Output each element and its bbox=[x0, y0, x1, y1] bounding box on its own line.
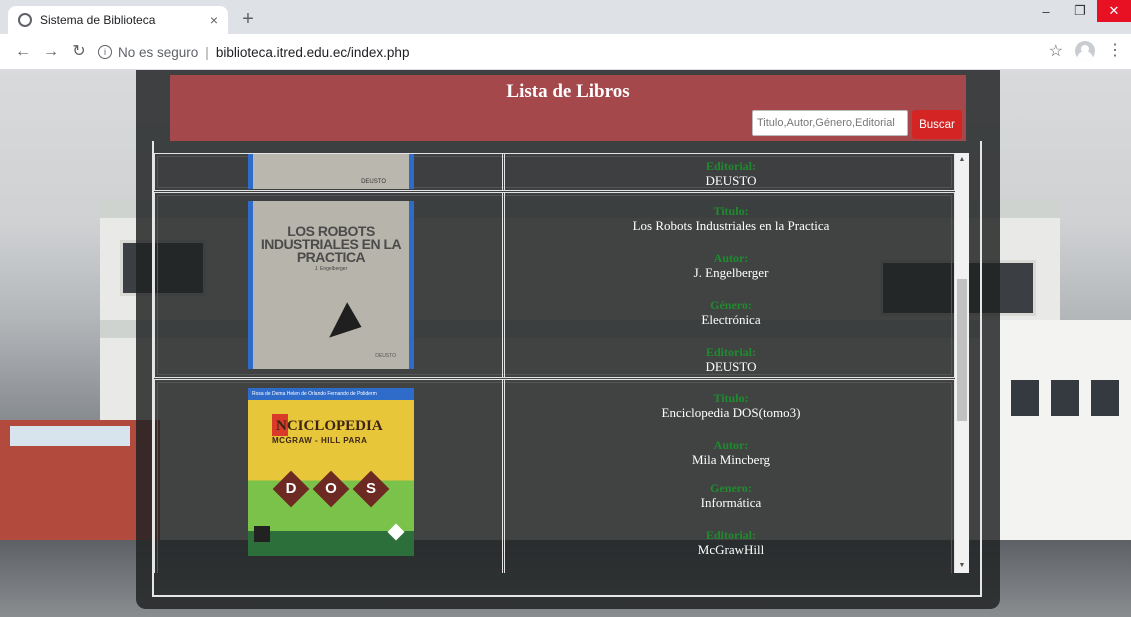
browser-tab[interactable]: Sistema de Biblioteca × bbox=[8, 6, 228, 34]
editorial-label: Editorial: bbox=[706, 159, 756, 173]
url-text: biblioteca.itred.edu.ec/index.php bbox=[215, 44, 410, 60]
library-panel: Lista de Libros Buscar DEUSTO Editorial:… bbox=[136, 70, 1000, 609]
scroll-down-arrow-icon[interactable]: ▼ bbox=[955, 559, 969, 573]
genre-value: Electrónica bbox=[701, 312, 761, 327]
search-button[interactable]: Buscar bbox=[912, 110, 962, 139]
tab-title: Sistema de Biblioteca bbox=[40, 13, 156, 27]
scroll-up-arrow-icon[interactable]: ▲ bbox=[955, 153, 969, 167]
scrollbar-thumb[interactable] bbox=[957, 279, 967, 421]
minimize-icon[interactable]: – bbox=[1029, 0, 1063, 22]
browser-toolbar: ← → ↻ i No es seguro | biblioteca.itred.… bbox=[0, 34, 1131, 70]
search-input[interactable] bbox=[752, 110, 908, 136]
title-value: Los Robots Industriales en la Practica bbox=[632, 218, 830, 233]
forward-icon[interactable]: → bbox=[40, 41, 62, 63]
address-bar[interactable]: i No es seguro | biblioteca.itred.edu.ec… bbox=[98, 40, 1038, 64]
globe-icon bbox=[18, 13, 32, 27]
bookmark-star-icon[interactable]: ☆ bbox=[1049, 41, 1063, 61]
cover-cell: DEUSTO bbox=[155, 154, 505, 190]
info-cell: Editorial: DEUSTO bbox=[508, 154, 954, 190]
author-value: Mila Mincberg bbox=[691, 452, 771, 467]
author-value: J. Engelberger bbox=[693, 265, 769, 280]
cover-cell: Rosa de Dema Helen de Orlando Fernando d… bbox=[155, 380, 505, 573]
genre-value: Informática bbox=[700, 495, 762, 510]
new-tab-button[interactable]: + bbox=[236, 8, 260, 32]
profile-avatar[interactable] bbox=[1075, 41, 1095, 61]
security-label: No es seguro bbox=[118, 44, 199, 60]
background-house bbox=[981, 320, 1131, 550]
book-cover-image: LOS ROBOTS INDUSTRIALES EN LA PRACTICA J… bbox=[248, 201, 414, 369]
info-cell: Titulo: Los Robots Industriales en la Pr… bbox=[508, 193, 954, 377]
info-icon[interactable]: i bbox=[98, 45, 112, 59]
list-scrollbar[interactable]: ▲ ▼ bbox=[955, 153, 969, 573]
book-cover-image: Rosa de Dema Helen de Orlando Fernando d… bbox=[248, 388, 414, 556]
title-value: Enciclopedia DOS(tomo3) bbox=[661, 405, 801, 420]
author-label: Autor: bbox=[713, 251, 749, 265]
table-row: DEUSTO Editorial: DEUSTO bbox=[154, 153, 955, 191]
close-tab-icon[interactable]: × bbox=[210, 12, 218, 28]
title-label: Titulo: bbox=[713, 391, 749, 405]
editorial-label: Editorial: bbox=[706, 345, 756, 359]
tab-strip: Sistema de Biblioteca × + – ❐ ✕ bbox=[0, 0, 1131, 34]
author-label: Autor: bbox=[713, 438, 749, 452]
table-row: LOS ROBOTS INDUSTRIALES EN LA PRACTICA J… bbox=[154, 192, 955, 378]
back-icon[interactable]: ← bbox=[12, 41, 34, 63]
close-window-icon[interactable]: ✕ bbox=[1097, 0, 1131, 22]
editorial-value: DEUSTO bbox=[705, 173, 757, 188]
page-title: Lista de Libros bbox=[506, 81, 630, 102]
editorial-value: DEUSTO bbox=[705, 359, 757, 374]
genre-label: Género: bbox=[710, 298, 752, 312]
book-cover-image: DEUSTO bbox=[248, 154, 414, 189]
editorial-label: Editorial: bbox=[706, 528, 756, 542]
genre-label: Genero: bbox=[710, 481, 752, 495]
book-list[interactable]: DEUSTO Editorial: DEUSTO LOS ROBOTS INDU… bbox=[154, 153, 955, 573]
window-controls: – ❐ ✕ bbox=[1029, 0, 1131, 22]
table-row: Rosa de Dema Helen de Orlando Fernando d… bbox=[154, 379, 955, 573]
reload-icon[interactable]: ↻ bbox=[68, 41, 90, 63]
page-viewport: Lista de Libros Buscar DEUSTO Editorial:… bbox=[0, 70, 1131, 617]
editorial-value: McGrawHill bbox=[697, 542, 765, 557]
info-cell: Titulo: Enciclopedia DOS(tomo3) Autor: M… bbox=[508, 380, 954, 573]
restore-icon[interactable]: ❐ bbox=[1063, 0, 1097, 22]
more-menu-icon[interactable]: ⋮ bbox=[1107, 43, 1123, 59]
cover-cell: LOS ROBOTS INDUSTRIALES EN LA PRACTICA J… bbox=[155, 193, 505, 377]
title-label: Titulo: bbox=[713, 204, 749, 218]
page-header: Lista de Libros Buscar bbox=[170, 75, 966, 141]
address-separator: | bbox=[205, 44, 209, 60]
